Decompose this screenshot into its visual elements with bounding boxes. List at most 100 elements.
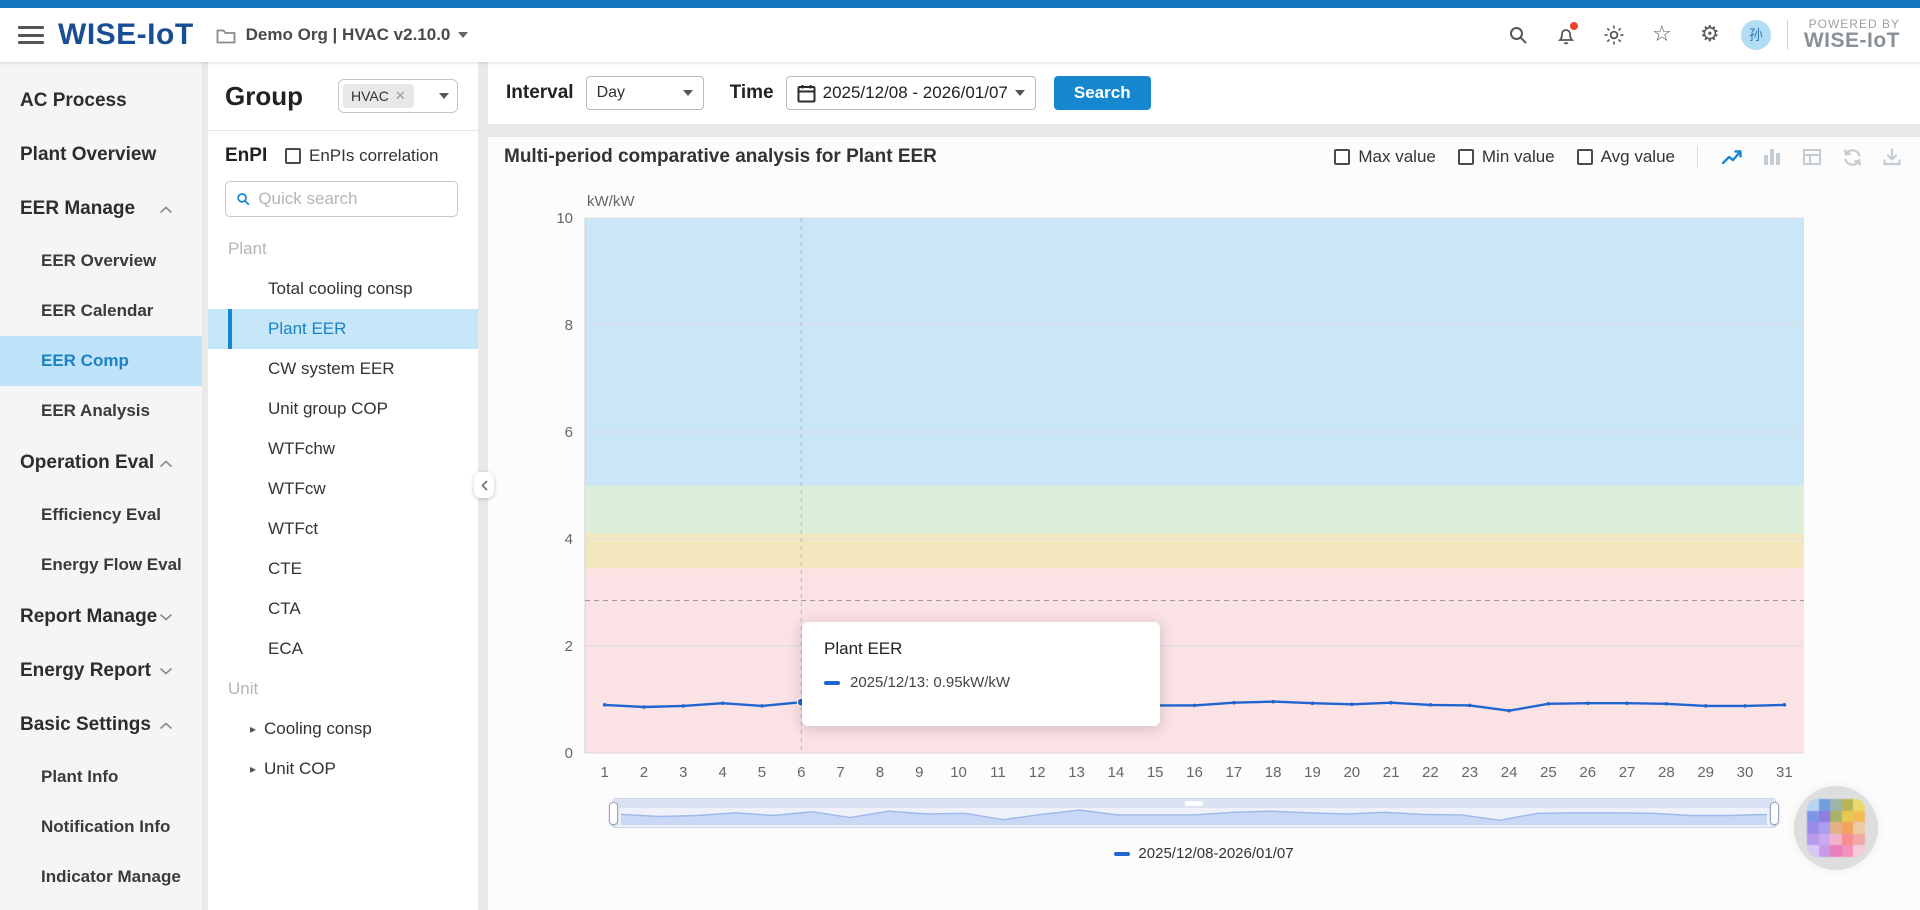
expand-triangle-icon[interactable]: ▸ — [250, 722, 256, 736]
sidebar-item-operation-eval[interactable]: Operation Eval — [0, 436, 202, 490]
enpi-item-wtfchw[interactable]: WTFchw — [208, 429, 478, 469]
toolbar-divider — [1697, 146, 1698, 168]
enpi-item-wtfct[interactable]: WTFct — [208, 509, 478, 549]
svg-text:8: 8 — [565, 317, 573, 334]
search-button[interactable]: Search — [1054, 76, 1151, 110]
enpi-item-unit-group-cop[interactable]: Unit group COP — [208, 389, 478, 429]
collapse-panel-button[interactable] — [474, 472, 494, 498]
enpi-item-cte[interactable]: CTE — [208, 549, 478, 589]
star-icon[interactable]: ☆ — [1649, 22, 1675, 48]
menu-icon[interactable] — [18, 26, 44, 44]
svg-text:4: 4 — [718, 764, 726, 781]
sidebar-item-ac-process[interactable]: AC Process — [0, 74, 202, 128]
enpi-item-total-cooling-consp[interactable]: Total cooling consp — [208, 269, 478, 309]
sidebar-item-plant-overview[interactable]: Plant Overview — [0, 128, 202, 182]
svg-text:0: 0 — [565, 745, 573, 762]
chart-legend[interactable]: 2025/12/08-2026/01/07 — [488, 845, 1920, 862]
powered-by-logo: POWERED BY WISE-IoT — [1804, 18, 1900, 53]
svg-text:31: 31 — [1776, 764, 1793, 781]
query-toolbar: Interval Day Time 2025/12/08 - 2026/01/0… — [488, 62, 1920, 124]
enpi-list: PlantTotal cooling conspPlant EERCW syst… — [208, 229, 478, 789]
svg-text:6: 6 — [797, 764, 805, 781]
min-value-checkbox[interactable]: Min value — [1458, 147, 1555, 167]
enpis-correlation-checkbox[interactable]: EnPIs correlation — [285, 146, 438, 166]
sidebar-item-eer-calendar[interactable]: EER Calendar — [0, 286, 202, 336]
sidebar-item-report-manage[interactable]: Report Manage — [0, 590, 202, 644]
org-selector[interactable]: Demo Org | HVAC v2.10.0 — [246, 25, 469, 45]
enpi-section-plant[interactable]: Plant — [208, 229, 478, 269]
max-value-checkbox[interactable]: Max value — [1334, 147, 1435, 167]
enpi-section-unit[interactable]: Unit — [208, 669, 478, 709]
avg-value-checkbox[interactable]: Avg value — [1577, 147, 1675, 167]
enpi-item-cooling-consp[interactable]: ▸Cooling consp — [208, 709, 478, 749]
sidebar-item-energy-report[interactable]: Energy Report — [0, 644, 202, 698]
chevron-up-icon — [160, 206, 172, 213]
time-range-slider[interactable] — [612, 798, 1776, 828]
expand-triangle-icon[interactable]: ▸ — [250, 762, 256, 776]
enpi-item-cw-system-eer[interactable]: CW system EER — [208, 349, 478, 389]
svg-text:10: 10 — [556, 210, 573, 227]
gear-icon[interactable]: ⚙ — [1697, 22, 1723, 48]
group-panel: Group HVAC ✕ EnPI EnPIs correlation Pla — [208, 62, 478, 910]
sidebar-item-eer-manage[interactable]: EER Manage — [0, 182, 202, 236]
chevron-up-icon — [160, 722, 172, 729]
sidebar-item-basic-settings[interactable]: Basic Settings — [0, 698, 202, 752]
svg-text:13: 13 — [1068, 764, 1085, 781]
download-icon[interactable] — [1880, 145, 1904, 169]
svg-text:21: 21 — [1383, 764, 1400, 781]
slider-handle-left[interactable] — [609, 802, 618, 825]
sidebar-item-eer-overview[interactable]: EER Overview — [0, 236, 202, 286]
svg-text:29: 29 — [1697, 764, 1714, 781]
org-label: Demo Org | HVAC v2.10.0 — [246, 25, 451, 45]
line-chart-icon[interactable] — [1720, 145, 1744, 169]
enpi-item-eca[interactable]: ECA — [208, 629, 478, 669]
time-range-picker[interactable]: 2025/12/08 - 2026/01/07 — [786, 76, 1036, 110]
svg-text:18: 18 — [1265, 764, 1282, 781]
search-icon[interactable] — [1505, 22, 1531, 48]
svg-text:12: 12 — [1029, 764, 1046, 781]
sidebar-item-energy-flow-eval[interactable]: Energy Flow Eval — [0, 540, 202, 590]
slider-grip[interactable] — [1185, 801, 1203, 806]
interval-select[interactable]: Day — [586, 76, 704, 110]
svg-text:17: 17 — [1225, 764, 1242, 781]
top-accent-strip — [0, 0, 1920, 8]
svg-text:15: 15 — [1147, 764, 1164, 781]
remove-tag-icon[interactable]: ✕ — [395, 88, 406, 104]
avatar[interactable]: 孙 — [1741, 20, 1771, 50]
sidebar-item-plant-info[interactable]: Plant Info — [0, 752, 202, 802]
svg-text:23: 23 — [1461, 764, 1478, 781]
checkbox-icon — [1334, 149, 1350, 165]
refresh-icon[interactable] — [1840, 145, 1864, 169]
group-select[interactable]: HVAC ✕ — [338, 79, 458, 113]
slider-track[interactable] — [613, 799, 1775, 808]
sidebar-item-notification-info[interactable]: Notification Info — [0, 802, 202, 852]
search-icon — [236, 191, 250, 207]
mosaic-grid — [1807, 799, 1865, 857]
sidebar-item-eer-analysis[interactable]: EER Analysis — [0, 386, 202, 436]
table-view-icon[interactable] — [1800, 145, 1824, 169]
legend-label: 2025/12/08-2026/01/07 — [1138, 845, 1293, 862]
svg-text:3: 3 — [679, 764, 687, 781]
enpi-item-unit-cop[interactable]: ▸Unit COP — [208, 749, 478, 789]
quick-search-input[interactable] — [258, 189, 447, 209]
notification-badge — [1570, 22, 1578, 30]
checkbox-icon — [1458, 149, 1474, 165]
bar-chart-icon[interactable] — [1760, 145, 1784, 169]
notifications-bell-icon[interactable] — [1553, 22, 1579, 48]
slider-handle-right[interactable] — [1770, 802, 1779, 825]
enpi-label: EnPI — [225, 145, 285, 167]
sidebar-item-efficiency-eval[interactable]: Efficiency Eval — [0, 490, 202, 540]
quick-search-box — [225, 181, 458, 217]
enpi-item-plant-eer[interactable]: Plant EER — [208, 309, 478, 349]
enpi-item-cta[interactable]: CTA — [208, 589, 478, 629]
tooltip-value: 2025/12/13: 0.95kW/kW — [850, 674, 1010, 691]
sun-icon[interactable] — [1601, 22, 1627, 48]
tooltip-title: Plant EER — [824, 639, 1138, 659]
enpi-item-wtfcw[interactable]: WTFcw — [208, 469, 478, 509]
comparison-line-chart[interactable]: 0246810123456789101112131415161718192021… — [488, 137, 1920, 910]
svg-text:5: 5 — [758, 764, 766, 781]
svg-text:2: 2 — [565, 638, 573, 655]
sidebar-item-indicator-manage[interactable]: Indicator Manage — [0, 852, 202, 902]
sidebar-item-eer-comp[interactable]: EER Comp — [0, 336, 202, 386]
chevron-down-icon — [458, 32, 468, 38]
